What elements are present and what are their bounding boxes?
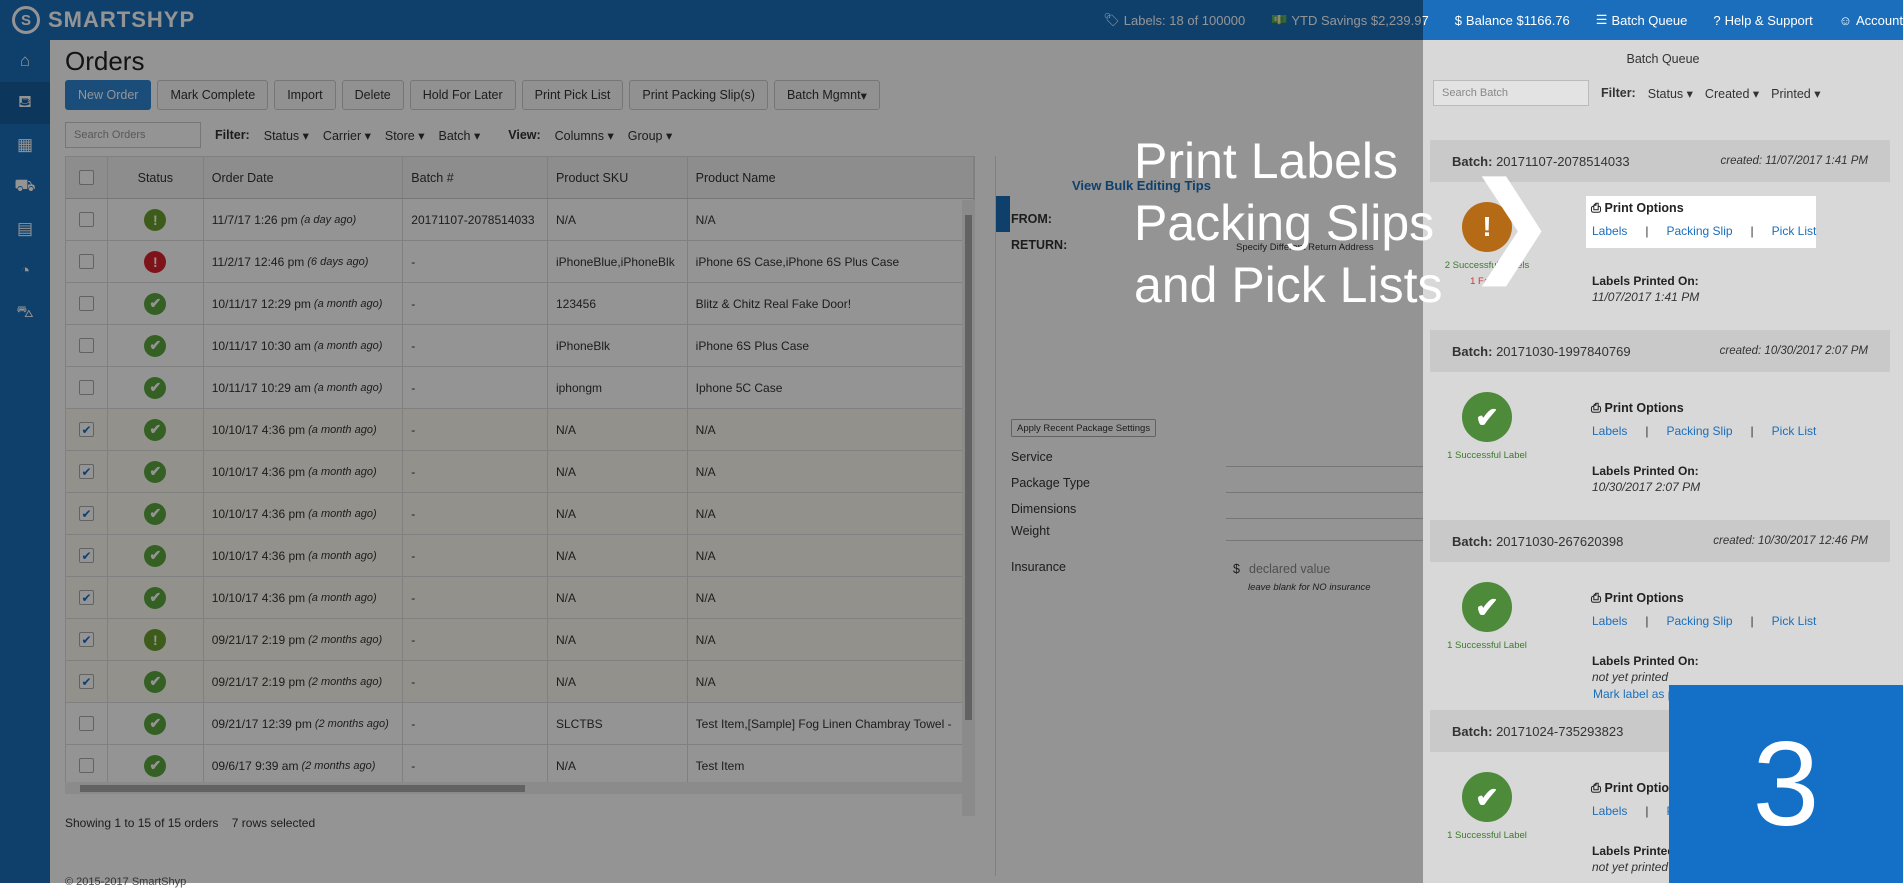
print-links: Labels | Packing Slip | Pick List (1592, 224, 1817, 238)
user-icon: ☺ (1838, 12, 1853, 28)
pick-list-link[interactable]: Pick List (1772, 224, 1817, 238)
labels-link[interactable]: Labels (1592, 804, 1627, 818)
queue-status-filter[interactable]: Status (1648, 86, 1693, 101)
print-options-title: ⎙ Print Options (1591, 591, 1684, 605)
batch-ok-icon: ✔ (1462, 772, 1512, 822)
pick-list-link[interactable]: Pick List (1772, 424, 1817, 438)
batch-header: Batch: 20171030-267620398 created: 10/30/… (1430, 520, 1890, 562)
step-number-badge: 3 (1669, 685, 1903, 883)
packing-slip-link[interactable]: Packing Slip (1667, 224, 1733, 238)
queue-filter-label: Filter: (1601, 86, 1636, 100)
packing-slip-link[interactable]: Packing Slip (1667, 424, 1733, 438)
print-options-title: ⎙ Print Options (1591, 201, 1684, 215)
queue-created-filter[interactable]: Created (1705, 86, 1759, 101)
labels-printed-date: 10/30/2017 2:07 PM (1592, 480, 1701, 494)
printer-icon: ⎙ (1591, 781, 1605, 795)
pick-list-link[interactable]: Pick List (1772, 614, 1817, 628)
batch-header: Batch: 20171030-1997840769 created: 10/30… (1430, 330, 1890, 372)
batch-summary: 1 Successful Label (1447, 450, 1527, 461)
batch-summary: 1 Successful Label (1447, 640, 1527, 651)
labels-printed-label: Labels Printed On: (1592, 274, 1699, 288)
account-link[interactable]: ☺ Account (1839, 13, 1903, 28)
balance[interactable]: $ Balance $1166.76 (1455, 13, 1570, 28)
queue-filter-row: Search Batch Filter: Status Created Prin… (1433, 80, 1821, 106)
help-link[interactable]: ? Help & Support (1713, 13, 1812, 28)
batch-ok-icon: ✔ (1462, 392, 1512, 442)
list-icon: ☰ (1595, 12, 1608, 27)
batch-queue-link[interactable]: ☰ Batch Queue (1596, 12, 1688, 28)
printer-icon: ⎙ (1591, 401, 1605, 415)
question-icon: ? (1713, 12, 1721, 28)
batch-queue-title: Batch Queue (1626, 52, 1700, 66)
chevron-right-icon: ❯ (1465, 161, 1558, 284)
batch-summary: 1 Successful Label (1447, 830, 1527, 841)
labels-link[interactable]: Labels (1592, 424, 1627, 438)
labels-printed-date: 11/07/2017 1:41 PM (1592, 290, 1700, 304)
labels-printed-date: not yet printed (1592, 860, 1669, 874)
print-links: Labels|Packing Slip|Pick List (1592, 424, 1817, 438)
batch-ok-icon: ✔ (1462, 582, 1512, 632)
labels-link[interactable]: Labels (1592, 224, 1627, 238)
labels-link[interactable]: Labels (1592, 614, 1627, 628)
print-links: Labels|Packing Slip|Pick List (1592, 614, 1817, 628)
labels-printed-label: Labels Printed On: (1592, 654, 1699, 668)
search-batch-input[interactable]: Search Batch (1433, 80, 1589, 106)
printer-icon: ⎙ (1591, 201, 1605, 215)
callout-text: Print Labels Packing Slips and Pick List… (1134, 133, 1443, 313)
print-options-title: ⎙ Print Options (1591, 401, 1684, 415)
packing-slip-link[interactable]: Packing Slip (1667, 614, 1733, 628)
labels-printed-date: not yet printed (1592, 670, 1669, 684)
queue-printed-filter[interactable]: Printed (1771, 86, 1820, 101)
dollar-icon: $ (1454, 12, 1462, 28)
printer-icon: ⎙ (1591, 591, 1605, 605)
labels-printed-label: Labels Printed On: (1592, 464, 1699, 478)
